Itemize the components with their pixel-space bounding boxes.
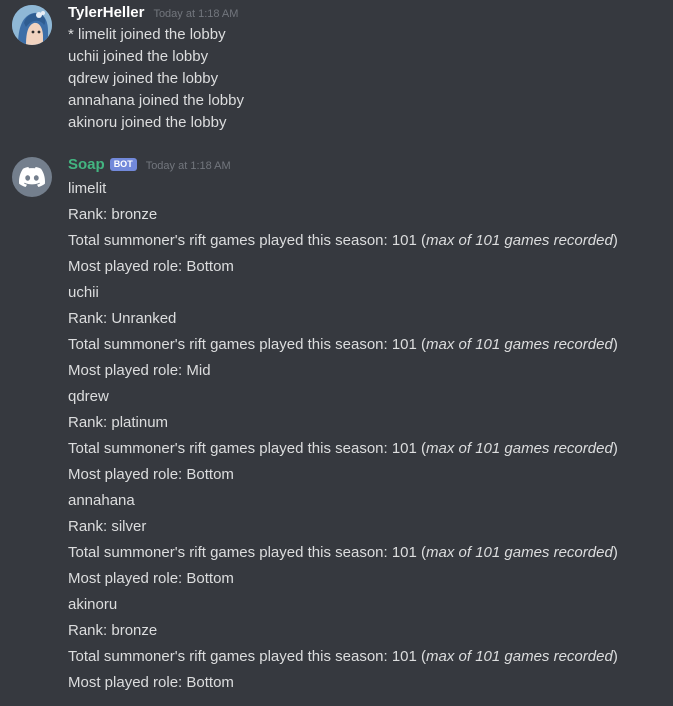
player-rank: Rank: Unranked	[68, 310, 177, 327]
player-role: Most played role: Bottom	[68, 570, 234, 587]
games-close: )	[612, 648, 618, 665]
timestamp[interactable]: Today at 1:18 AM	[153, 8, 238, 20]
player-games: Total summoner's rift games played this …	[68, 540, 668, 566]
player-name: annahana	[68, 492, 135, 509]
player-role: Most played role: Mid	[68, 362, 211, 379]
player-rank: Rank: bronze	[68, 206, 158, 223]
player-rank: Rank: platinum	[68, 414, 169, 431]
player-rank: Rank: silver	[68, 518, 147, 535]
message-header: TylerHeller Today at 1:18 AM	[68, 4, 238, 26]
player-games: Total summoner's rift games played this …	[68, 228, 668, 254]
player-name: limelit	[68, 180, 107, 197]
message-content: limelit Rank: bronze Total summoner's ri…	[68, 176, 668, 696]
player-name: qdrew	[68, 388, 109, 405]
games-close: )	[612, 336, 618, 353]
message-line: * limelit joined the lobby	[68, 26, 226, 43]
games-text: Total summoner's rift games played this …	[68, 544, 427, 561]
player-games: Total summoner's rift games played this …	[68, 436, 668, 462]
games-close: )	[612, 232, 618, 249]
message-content: * limelit joined the lobby uchii joined …	[68, 24, 668, 134]
user-avatar[interactable]	[12, 5, 52, 45]
message-line: akinoru joined the lobby	[68, 114, 227, 131]
player-role: Most played role: Bottom	[68, 466, 234, 483]
player-role: Most played role: Bottom	[68, 674, 234, 691]
message-line: annahana joined the lobby	[68, 92, 244, 109]
games-close: )	[612, 544, 618, 561]
author-name[interactable]: Soap	[68, 156, 105, 173]
games-note: max of 101 games recorded	[426, 232, 613, 249]
games-text: Total summoner's rift games played this …	[68, 232, 427, 249]
anime-girl-avatar-icon	[12, 5, 52, 45]
games-text: Total summoner's rift games played this …	[68, 336, 427, 353]
games-note: max of 101 games recorded	[426, 648, 613, 665]
bot-badge: BOT	[109, 158, 137, 171]
player-games: Total summoner's rift games played this …	[68, 332, 668, 358]
player-role: Most played role: Bottom	[68, 258, 234, 275]
message-line: qdrew joined the lobby	[68, 70, 219, 87]
author-name[interactable]: TylerHeller	[68, 4, 144, 21]
timestamp[interactable]: Today at 1:18 AM	[146, 160, 231, 172]
games-note: max of 101 games recorded	[426, 336, 613, 353]
games-close: )	[612, 440, 618, 457]
message-header: Soap BOT Today at 1:18 AM	[68, 156, 231, 178]
player-games: Total summoner's rift games played this …	[68, 644, 668, 670]
games-note: max of 101 games recorded	[426, 544, 613, 561]
games-text: Total summoner's rift games played this …	[68, 648, 427, 665]
player-name: uchii	[68, 284, 99, 301]
message-line: uchii joined the lobby	[68, 48, 209, 65]
bot-avatar[interactable]	[12, 157, 52, 197]
player-rank: Rank: bronze	[68, 622, 158, 639]
discord-logo-icon	[19, 167, 45, 187]
player-name: akinoru	[68, 596, 118, 613]
games-note: max of 101 games recorded	[426, 440, 613, 457]
games-text: Total summoner's rift games played this …	[68, 440, 427, 457]
